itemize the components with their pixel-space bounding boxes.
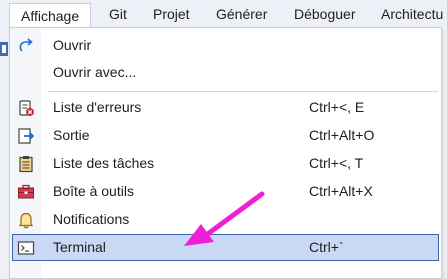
- annotation-arrow: [184, 191, 265, 246]
